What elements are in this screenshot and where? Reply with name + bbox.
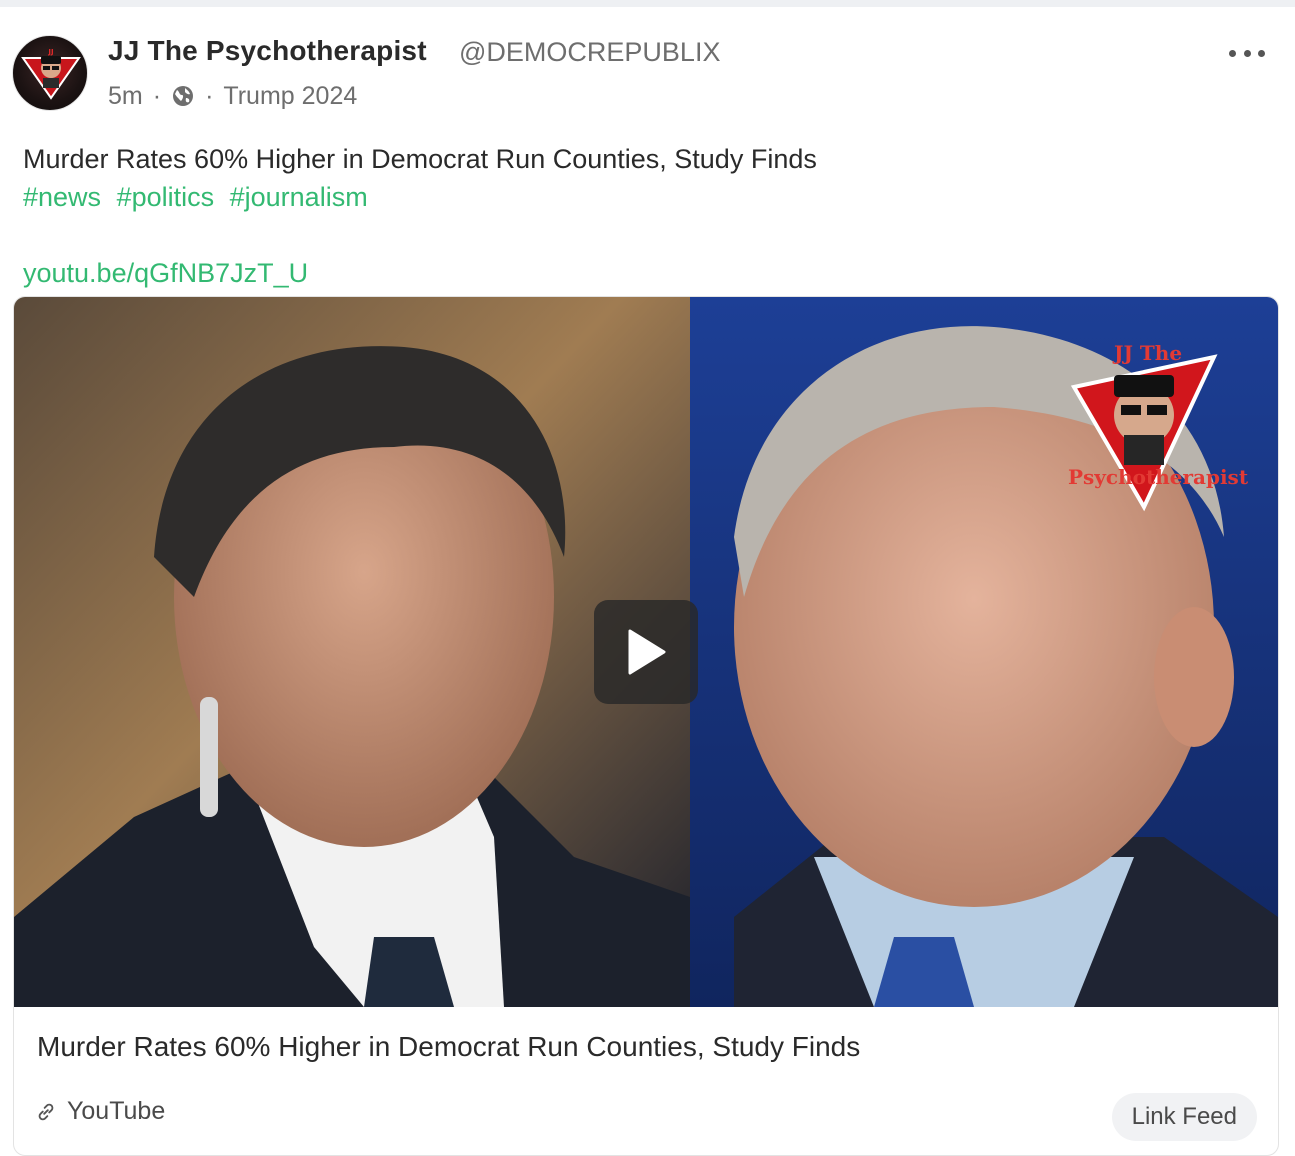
author-name[interactable]: JJ The Psychotherapist: [108, 35, 427, 67]
hashtag-row: #news #politics #journalism: [23, 178, 368, 216]
group-name[interactable]: Trump 2024: [223, 82, 357, 111]
post-meta: 5m · · Trump 2024: [108, 79, 357, 113]
link-preview-card[interactable]: JJ The Psychotherapist Murder Rates 60% …: [13, 296, 1279, 1156]
watermark-text-bottom: Psychotherapist: [1068, 465, 1249, 489]
profile-avatar-icon: JJ: [21, 48, 81, 100]
play-button[interactable]: [594, 600, 698, 704]
more-dot: [1243, 49, 1251, 57]
watermark-text-top: JJ The: [1114, 341, 1183, 365]
more-dot: [1258, 49, 1265, 57]
play-icon: [628, 629, 666, 675]
svg-text:JJ: JJ: [47, 48, 53, 56]
more-dot: [1229, 49, 1236, 57]
meta-separator: ·: [152, 81, 162, 110]
post-card: JJ JJ The Psychotherapist @DEMOCREPUBLIX…: [0, 7, 1295, 1156]
source-label: YouTube: [67, 1097, 166, 1125]
globe-icon: [173, 86, 194, 106]
more-options-icon[interactable]: [1229, 43, 1265, 63]
meta-separator-2: ·: [205, 81, 214, 110]
profile-avatar[interactable]: JJ: [12, 35, 88, 111]
author-handle[interactable]: @DEMOCREPUBLIX: [459, 37, 720, 68]
link-feed-button[interactable]: Link Feed: [1111, 1093, 1257, 1141]
card-source: YouTube: [35, 1097, 165, 1126]
card-title[interactable]: Murder Rates 60% Higher in Democrat Run …: [37, 1031, 860, 1063]
link-icon: [38, 1103, 54, 1120]
video-thumbnail[interactable]: JJ The Psychotherapist: [14, 297, 1278, 1007]
window-top-strip: [0, 0, 1295, 7]
hashtag-politics[interactable]: #politics: [117, 182, 215, 212]
hashtag-news[interactable]: #news: [23, 182, 101, 212]
post-text: Murder Rates 60% Higher in Democrat Run …: [23, 144, 817, 174]
post-link[interactable]: youtu.be/qGfNB7JzT_U: [23, 254, 308, 292]
hashtag-journalism[interactable]: #journalism: [230, 182, 368, 212]
post-time[interactable]: 5m: [108, 82, 143, 111]
